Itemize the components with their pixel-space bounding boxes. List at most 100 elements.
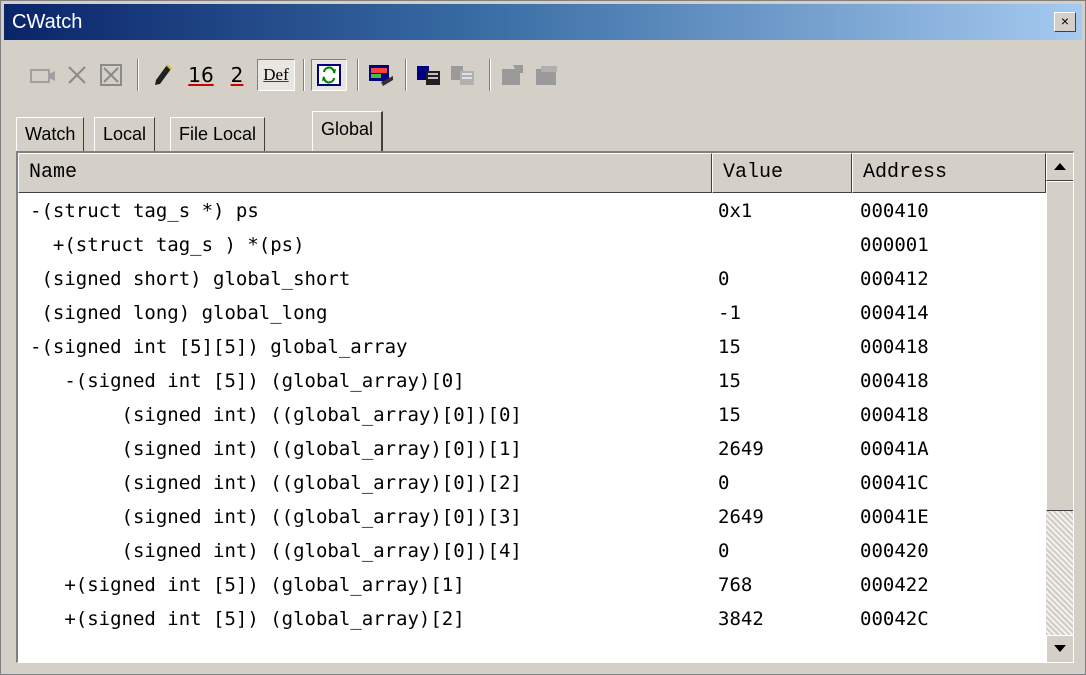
toolbar: 16 2 Def	[7, 45, 1079, 105]
refresh-icon	[317, 64, 341, 86]
list-header: Name Value Address	[18, 153, 1046, 193]
title-bar[interactable]: CWatch ×	[4, 4, 1082, 40]
tab-file-local[interactable]: File Local	[170, 117, 266, 151]
row-address: 00042C	[860, 608, 929, 630]
row-value: 15	[718, 370, 741, 392]
close-button[interactable]: ×	[1054, 12, 1076, 32]
tab-local[interactable]: Local	[94, 117, 156, 151]
table-row[interactable]: +(signed int [5]) (global_array)[2] 3842 0…	[18, 602, 1046, 636]
table-row[interactable]: (signed int) ((global_array)[0])[2] 0 0004…	[18, 466, 1046, 500]
display-settings-icon	[369, 65, 393, 86]
row-name: -(signed int [5][5]) global_array	[30, 336, 408, 358]
save-icon	[502, 65, 523, 85]
toolbar-separator	[405, 59, 407, 91]
row-name: (signed int) ((global_array)[0])[2]	[30, 472, 522, 494]
table-row[interactable]: -(struct tag_s *) ps 0x1 000410	[18, 194, 1046, 228]
row-name: +(signed int [5]) (global_array)[2]	[30, 608, 465, 630]
toolbar-separator	[357, 59, 359, 91]
delete-icon	[68, 66, 86, 84]
copy-button[interactable]	[413, 59, 445, 91]
display-settings-button[interactable]	[365, 59, 397, 91]
arrow-up-icon	[1054, 163, 1066, 170]
row-name: -(struct tag_s *) ps	[30, 200, 259, 222]
row-address: 000422	[860, 574, 929, 596]
row-name: (signed int) ((global_array)[0])[4]	[30, 540, 522, 562]
row-name: (signed int) ((global_array)[0])[1]	[30, 438, 522, 460]
edit-value-button[interactable]	[147, 59, 179, 91]
table-row[interactable]: -(signed int [5]) (global_array)[0] 15 000…	[18, 364, 1046, 398]
delete-button[interactable]	[61, 59, 93, 91]
toolbar-separator	[137, 59, 139, 91]
row-name: (signed int) ((global_array)[0])[0]	[30, 404, 522, 426]
row-address: 000418	[860, 404, 929, 426]
scroll-track[interactable]	[1046, 511, 1073, 635]
paste-icon	[451, 66, 474, 85]
row-address: 00041A	[860, 438, 929, 460]
row-address: 00041C	[860, 472, 929, 494]
row-address: 000001	[860, 234, 929, 256]
load-icon	[536, 66, 557, 85]
table-row[interactable]: +(signed int [5]) (global_array)[1] 768 00…	[18, 568, 1046, 602]
scroll-thumb[interactable]	[1046, 181, 1073, 511]
row-name: +(signed int [5]) (global_array)[1]	[30, 574, 465, 596]
column-header-address[interactable]: Address	[852, 153, 1046, 193]
toolbar-separator	[489, 59, 491, 91]
row-address: 000420	[860, 540, 929, 562]
copy-icon	[417, 66, 440, 85]
column-header-value[interactable]: Value	[712, 153, 852, 193]
column-header-name[interactable]: Name	[18, 153, 712, 193]
add-watch-icon	[30, 69, 55, 83]
add-watch-button[interactable]	[27, 59, 59, 91]
watch-list: Name Value Address -(struct tag_s *) ps 0…	[16, 151, 1074, 663]
toolbar-separator	[303, 59, 305, 91]
edit-value-icon	[155, 64, 172, 85]
table-row[interactable]: (signed int) ((global_array)[0])[3] 2649 0…	[18, 500, 1046, 534]
row-value: 2649	[718, 506, 764, 528]
arrow-down-icon	[1054, 645, 1066, 652]
row-value: 768	[718, 574, 753, 596]
paste-button[interactable]	[447, 59, 479, 91]
save-button[interactable]	[497, 59, 529, 91]
table-row[interactable]: (signed short) global_short 0 000412	[18, 262, 1046, 296]
table-row[interactable]: -(signed int [5][5]) global_array 15 00041…	[18, 330, 1046, 364]
row-value: 0	[718, 268, 730, 290]
table-row[interactable]: (signed int) ((global_array)[0])[4] 0 0004…	[18, 534, 1046, 568]
radix-default-button[interactable]: Def	[257, 59, 295, 91]
row-name: (signed short) global_short	[30, 268, 351, 290]
row-name: -(signed int [5]) (global_array)[0]	[30, 370, 465, 392]
row-value: 0	[718, 472, 730, 494]
row-address: 00041E	[860, 506, 929, 528]
radix-bin-button[interactable]: 2	[221, 59, 253, 91]
row-value: 0	[718, 540, 730, 562]
radix-bin-label: 2	[230, 63, 244, 87]
row-address: 000418	[860, 336, 929, 358]
table-row[interactable]: (signed long) global_long -1 000414	[18, 296, 1046, 330]
load-button[interactable]	[531, 59, 563, 91]
table-row[interactable]: (signed int) ((global_array)[0])[1] 2649 0…	[18, 432, 1046, 466]
radix-default-label: Def	[263, 65, 289, 84]
row-value: -1	[718, 302, 741, 324]
cwatch-window: CWatch × 16 2 Def Watch Local File Local…	[0, 0, 1086, 675]
row-value: 2649	[718, 438, 764, 460]
delete-all-button[interactable]	[95, 59, 127, 91]
window-title: CWatch	[12, 11, 83, 33]
row-name: +(struct tag_s ) *(ps)	[30, 234, 305, 256]
row-address: 000410	[860, 200, 929, 222]
table-row[interactable]: (signed int) ((global_array)[0])[0] 15 000…	[18, 398, 1046, 432]
tab-watch[interactable]: Watch	[16, 117, 85, 151]
row-value: 15	[718, 336, 741, 358]
radix-hex-label: 16	[188, 63, 214, 87]
scroll-down-button[interactable]	[1046, 635, 1073, 662]
row-value: 15	[718, 404, 741, 426]
scroll-up-button[interactable]	[1046, 153, 1073, 181]
tab-global[interactable]: Global	[312, 111, 384, 151]
row-address: 000412	[860, 268, 929, 290]
delete-all-icon	[100, 64, 122, 86]
vertical-scrollbar[interactable]	[1046, 153, 1073, 662]
row-name: (signed long) global_long	[30, 302, 328, 324]
row-value: 3842	[718, 608, 764, 630]
row-address: 000414	[860, 302, 929, 324]
table-row[interactable]: +(struct tag_s ) *(ps) 000001	[18, 228, 1046, 262]
refresh-button[interactable]	[311, 59, 347, 91]
radix-hex-button[interactable]: 16	[185, 59, 217, 91]
